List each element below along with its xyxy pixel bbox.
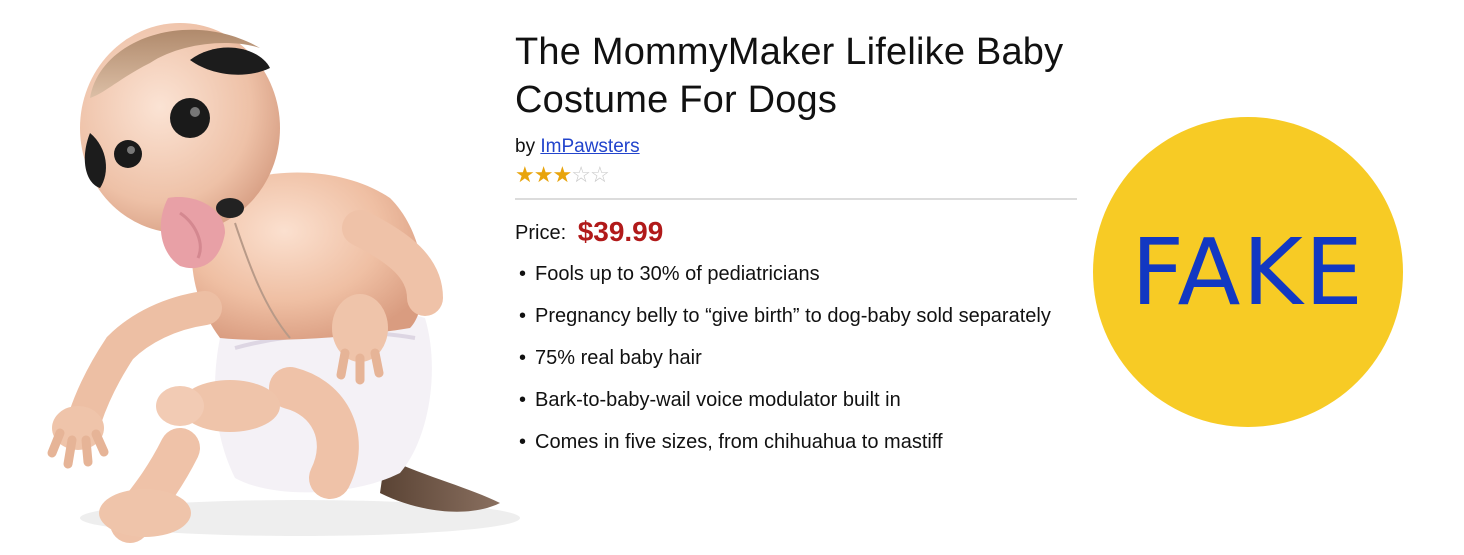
by-label: by xyxy=(515,136,536,157)
star-icon: ★ xyxy=(552,162,572,187)
fake-badge-label: FAKE xyxy=(1131,218,1365,326)
star-outline-icon: ☆ xyxy=(589,162,610,187)
product-image[interactable] xyxy=(30,8,520,548)
byline: by ImPawsters xyxy=(515,136,1085,158)
star-rating[interactable]: ★★★☆☆ xyxy=(515,162,1085,188)
product-details: The MommyMaker Lifelike Baby Costume For… xyxy=(515,28,1085,470)
price-label: Price: xyxy=(515,222,567,244)
star-icon: ★ xyxy=(515,162,535,187)
feature-item: Comes in five sizes, from chihuahua to m… xyxy=(515,428,1075,456)
price-row: Price: $39.99 xyxy=(515,216,1085,248)
feature-list: Fools up to 30% of pediatricians Pregnan… xyxy=(515,260,1085,456)
star-outline-icon: ☆ xyxy=(571,162,591,187)
feature-item: Bark-to-baby-wail voice modulator built … xyxy=(515,386,1075,414)
price-value: $39.99 xyxy=(577,216,664,247)
feature-item: Pregnancy belly to “give birth” to dog-b… xyxy=(515,302,1075,330)
brand-link[interactable]: ImPawsters xyxy=(540,136,639,157)
star-icon: ★ xyxy=(533,162,554,187)
product-title: The MommyMaker Lifelike Baby Costume For… xyxy=(515,31,1064,121)
divider xyxy=(515,198,1077,200)
product-listing: The MommyMaker Lifelike Baby Costume For… xyxy=(0,0,1464,555)
feature-item: Fools up to 30% of pediatricians xyxy=(515,260,1075,288)
feature-item: 75% real baby hair xyxy=(515,344,1075,372)
fake-badge: FAKE xyxy=(1093,117,1403,427)
